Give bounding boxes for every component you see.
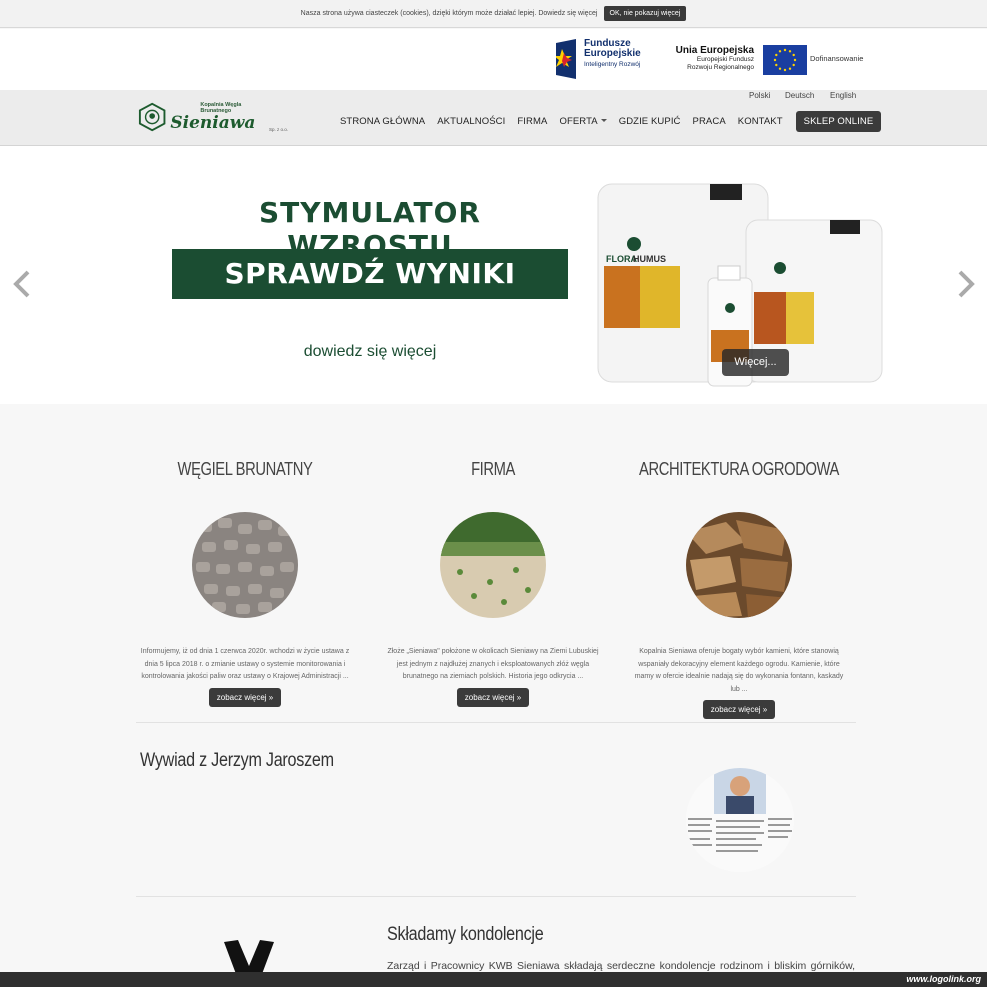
lang-deutsch[interactable]: Deutsch xyxy=(785,91,814,100)
feature-title[interactable]: FIRMA xyxy=(392,459,594,480)
cookie-text: Nasza strona używa ciasteczek (cookies),… xyxy=(300,10,598,17)
eu-funding-band: Fundusze Europejskie Inteligentny Rozwój… xyxy=(0,29,987,90)
menu-strona-glowna[interactable]: STRONA GŁÓWNA xyxy=(340,116,425,127)
brown-coal-image[interactable] xyxy=(192,512,298,618)
condolences-title[interactable]: Składamy kondolencje xyxy=(387,924,544,946)
garden-stones-image[interactable] xyxy=(686,512,792,618)
fe-subtitle: Inteligentny Rozwój xyxy=(584,61,641,68)
dofinansowanie-link[interactable]: Dofinansowanie xyxy=(810,54,863,63)
watermark-text: www.logolink.org xyxy=(906,974,981,984)
caret-down-icon xyxy=(600,119,607,123)
feature-more-button[interactable]: zobacz więcej » xyxy=(456,687,530,707)
hero-more-button[interactable]: Więcej... xyxy=(722,349,789,376)
feature-title[interactable]: WĘGIEL BRUNATNY xyxy=(144,459,346,480)
main-menu: STRONA GŁÓWNA AKTUALNOŚCI FIRMA OFERTA G… xyxy=(340,110,882,132)
language-switcher: Polski Deutsch English xyxy=(740,90,860,104)
menu-oferta[interactable]: OFERTA xyxy=(559,115,607,127)
eu-flag-icon xyxy=(763,45,807,75)
feature-architektura-ogrodowa: ARCHITEKTURA OGRODOWA Kopalnia Sieniawa … xyxy=(616,404,862,719)
menu-gdzie-kupic[interactable]: GDZIE KUPIĆ xyxy=(619,116,681,127)
site-logo[interactable]: Kopalnia Węgla Brunatnego Sieniawa Sp. z… xyxy=(138,100,288,134)
hero-banner[interactable]: SPRAWDŹ WYNIKI BADAŃ xyxy=(172,249,568,340)
feature-firma: FIRMA Złoże „Sieniawa" położone w okolic… xyxy=(370,404,616,707)
lang-polski[interactable]: Polski xyxy=(749,91,770,100)
feature-text: Złoże „Sieniawa" położone w okolicach Si… xyxy=(387,648,599,680)
fe-star-icon xyxy=(556,39,576,79)
feature-columns: WĘGIEL BRUNATNY Informujemy, iż od dnia … xyxy=(122,404,864,724)
feature-more-button[interactable]: zobacz więcej » xyxy=(208,687,282,707)
menu-praca[interactable]: PRACA xyxy=(693,116,726,127)
feature-text: Kopalnia Sieniawa oferuje bogaty wybór k… xyxy=(634,648,844,693)
interview-article-image[interactable] xyxy=(686,768,794,872)
landscape-image[interactable] xyxy=(440,512,546,618)
lang-english[interactable]: English xyxy=(830,91,856,100)
cookie-bar: Nasza strona używa ciasteczek (cookies),… xyxy=(0,0,987,28)
cookie-ok-button[interactable]: OK, nie pokazuj więcej xyxy=(603,6,687,21)
ue-title: Unia Europejska xyxy=(675,45,754,56)
fe-title-2: Europejskie xyxy=(584,48,641,59)
fundusze-europejskie-logo: Fundusze Europejskie Inteligentny Rozwój xyxy=(556,39,641,79)
menu-kontakt[interactable]: KONTAKT xyxy=(738,116,783,127)
section-divider xyxy=(136,722,856,723)
watermark-bar: www.logolink.org xyxy=(0,972,987,987)
main-navbar: Kopalnia Węgla Brunatnego Sieniawa Sp. z… xyxy=(0,90,987,146)
sklep-online-button[interactable]: SKLEP ONLINE xyxy=(795,110,882,132)
logo-suffix: Sp. z o.o. xyxy=(268,127,288,132)
interview-title[interactable]: Wywiad z Jerzym Jaroszem xyxy=(140,750,334,772)
logo-name: Sieniawa xyxy=(170,113,256,133)
ue-sub-1: Europejski Fundusz xyxy=(696,56,754,63)
menu-aktualnosci[interactable]: AKTUALNOŚCI xyxy=(437,116,505,127)
logo-hexagon-icon xyxy=(138,102,166,132)
section-divider xyxy=(136,896,856,897)
hero-learn-more[interactable]: dowiedz się więcej xyxy=(172,343,568,361)
product-label-humus: HUMUS xyxy=(633,254,666,264)
feature-more-button[interactable]: zobacz więcej » xyxy=(702,700,776,719)
ue-sub-2: Rozwoju Regionalnego xyxy=(687,64,754,71)
chevron-left-icon[interactable] xyxy=(10,264,34,304)
hero-slider: STYMULATOR WZROSTU SPRAWDŹ WYNIKI BADAŃ … xyxy=(0,146,987,404)
chevron-right-icon[interactable] xyxy=(954,264,978,304)
feature-wegiel-brunatny: WĘGIEL BRUNATNY Informujemy, iż od dnia … xyxy=(122,404,368,707)
page: Nasza strona używa ciasteczek (cookies),… xyxy=(0,0,987,987)
unia-europejska-text: Unia Europejska Europejski Fundusz Rozwo… xyxy=(672,45,754,72)
feature-text: Informujemy, iż od dnia 1 czerwca 2020r.… xyxy=(140,648,350,680)
feature-title[interactable]: ARCHITEKTURA OGRODOWA xyxy=(638,459,840,480)
menu-oferta-label: OFERTA xyxy=(559,115,598,127)
menu-firma[interactable]: FIRMA xyxy=(517,116,547,127)
